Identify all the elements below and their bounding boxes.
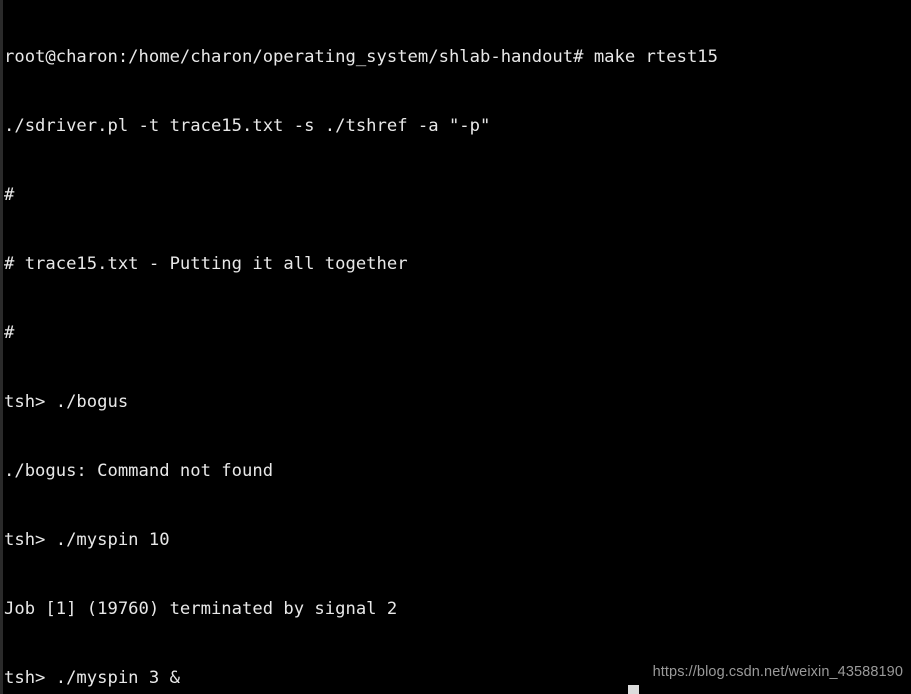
terminal-line: # xyxy=(4,323,15,343)
watermark-url: https://blog.csdn.net/weixin_43588190 xyxy=(652,664,903,680)
terminal-line: root@charon:/home/charon/operating_syste… xyxy=(4,47,718,67)
terminal-line: Job [1] (19760) terminated by signal 2 xyxy=(4,599,398,619)
terminal-window[interactable]: root@charon:/home/charon/operating_syste… xyxy=(0,0,911,694)
terminal-line: tsh> ./myspin 10 xyxy=(4,530,170,550)
window-left-border xyxy=(0,0,3,694)
terminal-line: tsh> ./bogus xyxy=(4,392,129,412)
terminal-line: ./sdriver.pl -t trace15.txt -s ./tshref … xyxy=(4,116,491,136)
terminal-cursor xyxy=(628,685,639,694)
terminal-line: ./bogus: Command not found xyxy=(4,461,274,481)
terminal-line: # xyxy=(4,185,15,205)
terminal-line: # trace15.txt - Putting it all together xyxy=(4,254,408,274)
terminal-output: root@charon:/home/charon/operating_syste… xyxy=(4,0,911,694)
